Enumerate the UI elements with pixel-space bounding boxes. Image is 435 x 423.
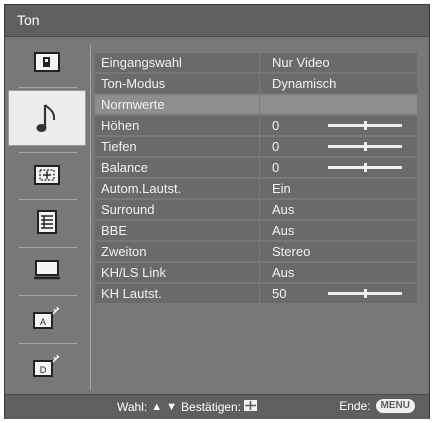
setting-label: Balance	[101, 160, 148, 175]
sidebar-divider	[19, 247, 77, 248]
slider-thumb[interactable]	[364, 142, 367, 151]
setting-value-text: 0	[272, 160, 280, 175]
tv-screen: Ton A D Eingangswahl Nur Video Ton-Modus…	[0, 0, 435, 423]
setting-value-text: Aus	[272, 223, 295, 238]
settings-row[interactable]: BBE Aus	[95, 221, 417, 240]
setting-value-text: Stereo	[272, 244, 311, 259]
sound-settings-list: Eingangswahl Nur Video Ton-Modus Dynamisch N…	[95, 53, 417, 305]
setting-value: Dynamisch	[259, 74, 417, 93]
setting-label: Zweiton	[101, 244, 147, 259]
sidebar-item-features[interactable]	[5, 202, 89, 242]
settings-row[interactable]: Normwerte	[95, 95, 417, 114]
settings-row[interactable]: Tiefen 0	[95, 137, 417, 156]
menu-title: Ton	[17, 12, 40, 28]
sidebar-item-pc[interactable]	[5, 250, 89, 290]
setting-value-text: Aus	[272, 202, 295, 217]
setting-value-text: Aus	[272, 265, 295, 280]
slider-thumb[interactable]	[364, 289, 367, 298]
osd-window: Ton A D Eingangswahl Nur Video Ton-Modus…	[4, 4, 430, 419]
sidebar-separator	[90, 45, 91, 390]
select-label: Wahl:	[117, 400, 148, 414]
setting-value-text: 0	[272, 139, 280, 154]
setting-value: Nur Video	[259, 53, 417, 72]
down-arrow-icon: ▼	[166, 401, 178, 413]
features-list-icon	[37, 210, 57, 234]
setting-value: Aus	[259, 221, 417, 240]
sidebar-item-analog-setup[interactable]: A	[5, 298, 89, 338]
title-bar: Ton	[5, 5, 429, 37]
confirm-label: Bestätigen:	[181, 400, 242, 414]
level-slider[interactable]	[328, 121, 402, 130]
confirm-button-icon	[244, 400, 258, 414]
sidebar-divider	[19, 87, 77, 88]
setting-value: 0	[259, 137, 417, 156]
setting-label: Höhen	[101, 118, 140, 133]
exit-hint: Ende: MENU	[339, 399, 415, 413]
sidebar-divider	[19, 199, 77, 200]
sidebar-item-picture[interactable]	[5, 42, 89, 82]
settings-row[interactable]: Autom.Lautst. Ein	[95, 179, 417, 198]
slider-thumb[interactable]	[364, 163, 367, 172]
setting-value: Ein	[259, 179, 417, 198]
music-note-icon	[36, 104, 56, 132]
sidebar-divider	[19, 295, 77, 296]
exit-label: Ende:	[339, 399, 371, 413]
screen-format-icon	[34, 165, 60, 185]
setting-value-text: 0	[272, 118, 280, 133]
setting-value: Aus	[259, 263, 417, 282]
pc-monitor-icon	[34, 260, 60, 280]
menu-button-icon: MENU	[375, 399, 415, 413]
sidebar-item-sound[interactable]	[8, 90, 86, 146]
category-sidebar: A D	[5, 37, 89, 392]
setting-value-text: 50	[272, 286, 287, 301]
settings-row[interactable]: Balance 0	[95, 158, 417, 177]
navigation-hint: Wahl: ▲ ▼ Bestätigen:	[117, 400, 258, 414]
slider-thumb[interactable]	[364, 121, 367, 130]
setting-value: Aus	[259, 200, 417, 219]
settings-row[interactable]: Höhen 0	[95, 116, 417, 135]
setting-value-text: Ein	[272, 181, 291, 196]
settings-row[interactable]: KH/LS Link Aus	[95, 263, 417, 282]
digital-channel-icon: D	[33, 354, 60, 377]
level-slider[interactable]	[328, 142, 402, 151]
settings-row[interactable]: KH Lautst. 50	[95, 284, 417, 303]
analog-channel-icon: A	[33, 306, 60, 329]
setting-label: Normwerte	[101, 97, 165, 112]
level-slider[interactable]	[328, 163, 402, 172]
svg-text:D: D	[40, 365, 47, 375]
footer-bar: Wahl: ▲ ▼ Bestätigen: Ende: MENU	[5, 394, 429, 419]
setting-value	[259, 95, 417, 114]
settings-row[interactable]: Ton-Modus Dynamisch	[95, 74, 417, 93]
level-slider[interactable]	[328, 289, 402, 298]
setting-value: 0	[259, 158, 417, 177]
setting-label: Surround	[101, 202, 155, 217]
setting-value-text: Nur Video	[272, 55, 330, 70]
setting-value-text: Dynamisch	[272, 76, 337, 91]
sidebar-divider	[19, 343, 77, 344]
settings-row[interactable]: Surround Aus	[95, 200, 417, 219]
up-arrow-icon: ▲	[151, 401, 163, 413]
picture-icon	[34, 52, 60, 72]
setting-label: BBE	[101, 223, 128, 238]
setting-label: KH/LS Link	[101, 265, 167, 280]
setting-label: Tiefen	[101, 139, 137, 154]
settings-row[interactable]: Zweiton Stereo	[95, 242, 417, 261]
setting-label: Ton-Modus	[101, 76, 166, 91]
setting-label: Eingangswahl	[101, 55, 182, 70]
setting-value: Stereo	[259, 242, 417, 261]
sidebar-item-screen[interactable]	[5, 155, 89, 195]
svg-text:A: A	[40, 317, 46, 327]
setting-label: KH Lautst.	[101, 286, 162, 301]
sidebar-item-digital-setup[interactable]: D	[5, 346, 89, 386]
sidebar-divider	[19, 152, 77, 153]
setting-value: 0	[259, 116, 417, 135]
settings-row[interactable]: Eingangswahl Nur Video	[95, 53, 417, 72]
setting-label: Autom.Lautst.	[101, 181, 182, 196]
setting-value: 50	[259, 284, 417, 303]
